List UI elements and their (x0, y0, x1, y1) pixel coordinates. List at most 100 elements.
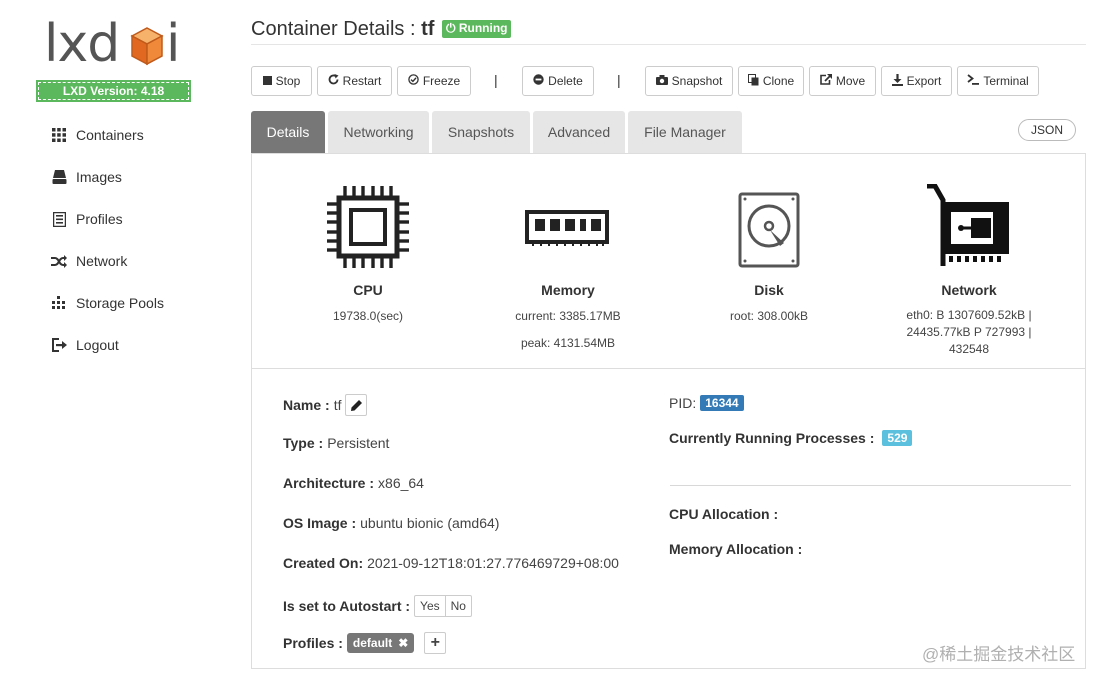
delete-label: Delete (548, 74, 583, 88)
clone-button[interactable]: Clone (738, 66, 804, 96)
os-image-value: ubuntu bionic (amd64) (360, 515, 500, 531)
sidebar-item-containers[interactable]: Containers (50, 114, 164, 156)
lxd-version-badge: LXD Version: 4.18 (36, 80, 191, 102)
type-value: Persistent (327, 435, 390, 451)
sidebar-item-profiles[interactable]: Profiles (50, 198, 164, 240)
export-button[interactable]: Export (881, 66, 952, 96)
toolbar-separator: | (617, 72, 621, 88)
tab-networking[interactable]: Networking (328, 111, 429, 153)
plus-icon: + (430, 634, 440, 651)
restart-label: Restart (342, 74, 382, 88)
tasks-icon (50, 295, 68, 311)
cpu-allocation-label: CPU Allocation : (669, 506, 779, 522)
disk-icon (738, 192, 800, 268)
grid-icon (50, 127, 68, 143)
profiles-label: Profiles : (283, 635, 343, 651)
terminal-label: Terminal (983, 74, 1029, 88)
pencil-icon (350, 399, 362, 411)
toolbar-separator: | (494, 72, 498, 88)
copy-icon (747, 73, 759, 89)
check-circle-icon (408, 74, 419, 88)
tab-bar: Details Networking Snapshots Advanced Fi… (251, 111, 1086, 153)
clone-label: Clone (762, 74, 795, 88)
autostart-field: Is set to Autostart : Yes No (283, 595, 472, 617)
disk-label: Disk (754, 282, 784, 298)
created-on-label: Created On: (283, 555, 364, 571)
sidebar-item-storage-pools[interactable]: Storage Pools (50, 282, 164, 324)
lxdui-logo[interactable]: lxd i (44, 14, 189, 74)
os-image-label: OS Image : (283, 515, 357, 531)
terminal-icon (967, 74, 980, 88)
pid-field: PID: 16344 (669, 395, 744, 411)
header-divider (251, 44, 1086, 45)
sidebar-item-label: Logout (76, 337, 119, 353)
autostart-label: Is set to Autostart : (283, 598, 411, 614)
move-button[interactable]: Move (809, 66, 876, 96)
snapshot-label: Snapshot (671, 74, 723, 88)
memory-current: current: 3385.17MB (515, 309, 621, 323)
cpu-label: CPU (353, 282, 383, 298)
snapshot-button[interactable]: Snapshot (645, 66, 733, 96)
terminal-button[interactable]: Terminal (957, 66, 1039, 96)
sidebar-item-images[interactable]: Images (50, 156, 164, 198)
autostart-yes-button[interactable]: Yes (415, 596, 445, 616)
move-label: Move (835, 74, 866, 88)
stop-button[interactable]: Stop (251, 66, 312, 96)
list-icon (50, 211, 68, 227)
network-line2: 24435.77kB P 727993 | (906, 325, 1032, 339)
export-icon (891, 73, 903, 89)
network-line3: 432548 (948, 342, 990, 356)
processes-badge: 529 (882, 430, 913, 446)
edit-name-button[interactable] (345, 394, 368, 416)
sidebar-item-network[interactable]: Network (50, 240, 164, 282)
camera-icon (655, 74, 668, 88)
sidebar: lxd i LXD Version: 4.18 Containers Image… (0, 0, 230, 681)
sidebar-item-logout[interactable]: Logout (50, 324, 164, 366)
cube-icon (130, 27, 164, 66)
architecture-label: Architecture : (283, 475, 375, 491)
memory-allocation-field: Memory Allocation : (669, 541, 806, 557)
remove-profile-icon[interactable]: ✖ (398, 636, 408, 650)
add-profile-button[interactable]: + (424, 632, 447, 654)
json-button[interactable]: JSON (1018, 119, 1076, 141)
disk-root: root: 308.00kB (729, 309, 809, 323)
autostart-toggle: Yes No (414, 595, 472, 617)
profiles-field: Profiles : default ✖ + (283, 632, 447, 654)
memory-peak: peak: 4131.54MB (520, 336, 616, 350)
profile-tag: default ✖ (346, 633, 415, 653)
freeze-label: Freeze (422, 74, 461, 88)
power-icon: ⏻ (445, 21, 456, 35)
resource-stats-panel: CPU 19738.0(sec) Memory current: 3385.17… (251, 153, 1086, 369)
toolbar: Stop Restart Freeze | Delete | Snapshot … (251, 66, 1086, 96)
architecture-value: x86_64 (378, 475, 424, 491)
freeze-button[interactable]: Freeze (397, 66, 471, 96)
refresh-icon (328, 74, 339, 88)
container-name: tf (421, 18, 435, 40)
minus-circle-icon (533, 74, 544, 88)
container-details-panel: Name : tf Type : Persistent Architecture… (251, 368, 1086, 669)
cpu-value: 19738.0(sec) (332, 309, 404, 323)
restart-button[interactable]: Restart (317, 66, 392, 96)
logo-text: lxd (44, 14, 120, 74)
cpu-icon (327, 186, 409, 268)
tab-details[interactable]: Details (251, 111, 325, 153)
created-on-field: Created On: 2021-09-12T18:01:27.77646972… (283, 555, 619, 571)
sidebar-item-label: Profiles (76, 211, 123, 227)
hdd-icon (50, 169, 68, 185)
status-text: Running (458, 21, 508, 35)
logo-text-i: i (166, 14, 180, 74)
sidebar-nav: Containers Images Profiles Network Stora… (50, 114, 164, 366)
network-card-icon (927, 184, 1009, 266)
tab-advanced[interactable]: Advanced (533, 111, 625, 153)
sidebar-item-label: Containers (76, 127, 144, 143)
details-divider (670, 485, 1071, 486)
status-badge: ⏻ Running (441, 20, 512, 38)
delete-button[interactable]: Delete (522, 66, 594, 96)
page-title-text: Container Details : (251, 18, 416, 40)
processes-label: Currently Running Processes : (669, 430, 875, 446)
pid-badge: 16344 (700, 395, 744, 411)
tab-file-manager[interactable]: File Manager (628, 111, 742, 153)
tab-snapshots[interactable]: Snapshots (432, 111, 530, 153)
autostart-no-button[interactable]: No (444, 596, 471, 616)
sidebar-item-label: Images (76, 169, 122, 185)
